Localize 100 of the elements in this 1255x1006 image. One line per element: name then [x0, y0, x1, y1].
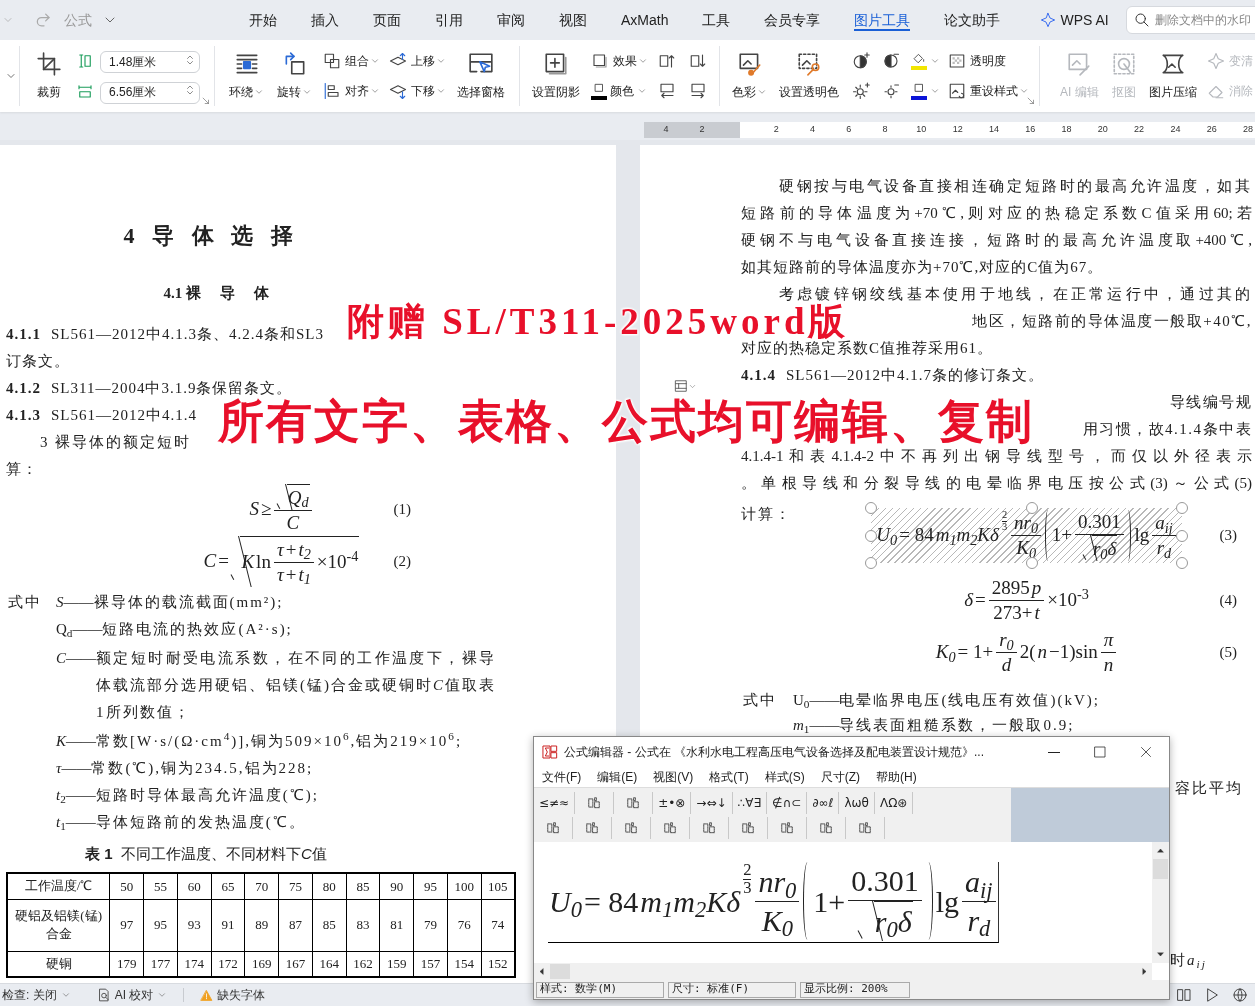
- height-icon: [76, 51, 94, 70]
- ruler-number: 2: [699, 123, 705, 137]
- palette-button[interactable]: →⇔↓: [691, 791, 733, 814]
- effect-icon: [590, 52, 609, 70]
- chevron-down-icon: [157, 990, 168, 1000]
- definition-text: 导体短路前的发热温度(℃。: [95, 813, 307, 832]
- ruler-number: 28: [1242, 123, 1254, 137]
- ruler-number: 24: [1169, 123, 1182, 137]
- equation-editor-logo-icon: [542, 744, 558, 760]
- vertical-scrollbar[interactable]: [1152, 842, 1169, 963]
- table-cell: 60: [177, 873, 212, 899]
- toolbar-button[interactable]: 效果: [590, 49, 648, 73]
- toolbar-button[interactable]: 下移: [389, 79, 446, 103]
- toolbar-button[interactable]: 上移: [389, 49, 446, 73]
- toolbar-button[interactable]: 设置透明色: [777, 46, 842, 106]
- status-button[interactable]: 缺失字体: [192, 984, 274, 1006]
- palette-button[interactable]: ∂∞ℓ: [807, 791, 840, 814]
- ribbon-tab[interactable]: WPS AI: [1023, 0, 1126, 40]
- paragraph-line: 硬钢按与电气设备直接相连确定短路时的最高允许温度，如其: [779, 178, 1252, 194]
- dialog-launcher-button[interactable]: [1026, 96, 1036, 106]
- ribbon-tab[interactable]: 论文助手: [927, 0, 1018, 40]
- palette-button[interactable]: ≤≠≈: [534, 791, 576, 814]
- menu-item[interactable]: 编辑(E): [593, 768, 642, 786]
- where-label: 式中: [743, 691, 777, 710]
- scroll-left-icon: [537, 967, 546, 976]
- scroll-thumb[interactable]: [1153, 859, 1168, 879]
- toolbar-button[interactable]: 透明度: [947, 49, 1029, 73]
- menu-item[interactable]: 尺寸(Z): [816, 768, 864, 786]
- resize-handle[interactable]: [865, 502, 878, 515]
- toolbar-button[interactable]: 设置阴影: [530, 46, 582, 106]
- status-button[interactable]: AI 校对: [88, 984, 176, 1006]
- equation-number: (4): [1219, 591, 1237, 611]
- toolbar-button[interactable]: 环绕: [227, 46, 266, 106]
- palette-button[interactable]: ±•⊗: [653, 791, 692, 814]
- menu-item[interactable]: 格式(T): [705, 768, 753, 786]
- paragraph-line: 硬钢不与电气设备直接连接，短路时的最高允许温度取+400℃,: [741, 232, 1252, 248]
- menu-item[interactable]: 样式(S): [760, 768, 809, 786]
- ribbon-tab[interactable]: 引用: [418, 0, 480, 40]
- minimize-icon: [1048, 751, 1060, 753]
- paragraph-fragment: 时a$_{ij}$: [1170, 951, 1207, 972]
- toolbar-button[interactable]: 选择窗格: [455, 46, 507, 106]
- table-cell: 91: [211, 899, 245, 951]
- scroll-thumb[interactable]: [550, 964, 570, 979]
- menu-item[interactable]: 帮助(H): [872, 768, 921, 786]
- view-button[interactable]: [1231, 986, 1249, 1004]
- horizontal-scrollbar[interactable]: [534, 963, 1152, 980]
- palette-button[interactable]: ∴∀∃: [732, 791, 767, 814]
- palette-button[interactable]: ΛΩ⊛: [874, 791, 914, 814]
- send-backward-icon: [389, 82, 407, 100]
- dialog-launcher-button[interactable]: [201, 96, 211, 106]
- align-icon: [323, 82, 341, 100]
- color-button[interactable]: 颜色: [590, 79, 648, 103]
- paragraph-line: 订条文。: [6, 352, 70, 371]
- play-icon: [1204, 987, 1220, 1003]
- close-icon: [1140, 746, 1152, 758]
- maximize-icon: [1094, 746, 1106, 758]
- ribbon-tab[interactable]: 审阅: [480, 0, 542, 40]
- ribbon-tab[interactable]: 插入: [294, 0, 356, 40]
- paragraph-line: 3 裸导体的额定短时: [40, 433, 192, 452]
- toolbar-button[interactable]: 图片压缩: [1146, 46, 1199, 106]
- ribbon-tab[interactable]: 图片工具: [837, 0, 928, 40]
- palette-button[interactable]: λωθ: [839, 791, 875, 814]
- toolbar-button[interactable]: 组合: [323, 49, 380, 73]
- ribbon-tab[interactable]: 视图: [542, 0, 604, 40]
- brightness-plus-icon: [851, 82, 870, 100]
- chapter-heading: 4 导 体 选 择: [122, 222, 300, 250]
- symbol-label: Q$_{d}$——: [56, 620, 103, 641]
- box-down-arrow-icon: [688, 52, 707, 70]
- ribbon-tab[interactable]: 工具: [685, 0, 748, 40]
- dialog-launcher-icon: [1026, 96, 1036, 106]
- view-button[interactable]: [1175, 986, 1193, 1004]
- toolbar-button[interactable]: 重设样式: [947, 79, 1029, 103]
- math-formula: δ= 2895p 273+t ×10$^{-3}$: [963, 576, 1090, 625]
- equation-number: (3): [1219, 526, 1237, 546]
- table-cell: 工作温度/℃: [7, 873, 110, 899]
- palette-button[interactable]: ∉∩⊂: [766, 791, 808, 814]
- ribbon-tab[interactable]: 会员专享: [747, 0, 838, 40]
- globe-icon: [1232, 987, 1248, 1003]
- box-up-arrow-icon: [658, 52, 677, 70]
- where-label: 式中: [8, 593, 42, 612]
- toolbar-button[interactable]: 对齐: [323, 79, 380, 103]
- layout-options-button[interactable]: [674, 377, 698, 395]
- table-cell: 97: [109, 899, 144, 951]
- ribbon-tab[interactable]: 页面: [356, 0, 418, 40]
- table-cell: 81: [379, 899, 414, 951]
- search-field[interactable]: 删除文档中的水印: [1125, 6, 1255, 34]
- toolbar-button[interactable]: 裁剪: [34, 46, 64, 106]
- ruler-number: 6: [845, 123, 853, 137]
- document-check-icon: [96, 988, 111, 1002]
- ribbon-tab[interactable]: AxMath: [604, 0, 686, 40]
- resize-handle[interactable]: [1026, 502, 1039, 515]
- toolbar-button[interactable]: 旋转: [275, 46, 314, 106]
- menu-item[interactable]: 文件(F): [538, 768, 586, 786]
- size-field[interactable]: 6.56厘米: [100, 81, 200, 104]
- toolbar-button[interactable]: 色彩: [730, 46, 769, 106]
- ribbon-tab[interactable]: 开始: [232, 0, 294, 40]
- definition-text: 电晕临界电压(线电压有效值)(kV);: [839, 691, 1100, 710]
- menu-item[interactable]: 视图(V): [649, 768, 698, 786]
- status-button[interactable]: 检查: 关闭: [0, 984, 89, 1006]
- size-field[interactable]: 1.48厘米: [100, 51, 200, 73]
